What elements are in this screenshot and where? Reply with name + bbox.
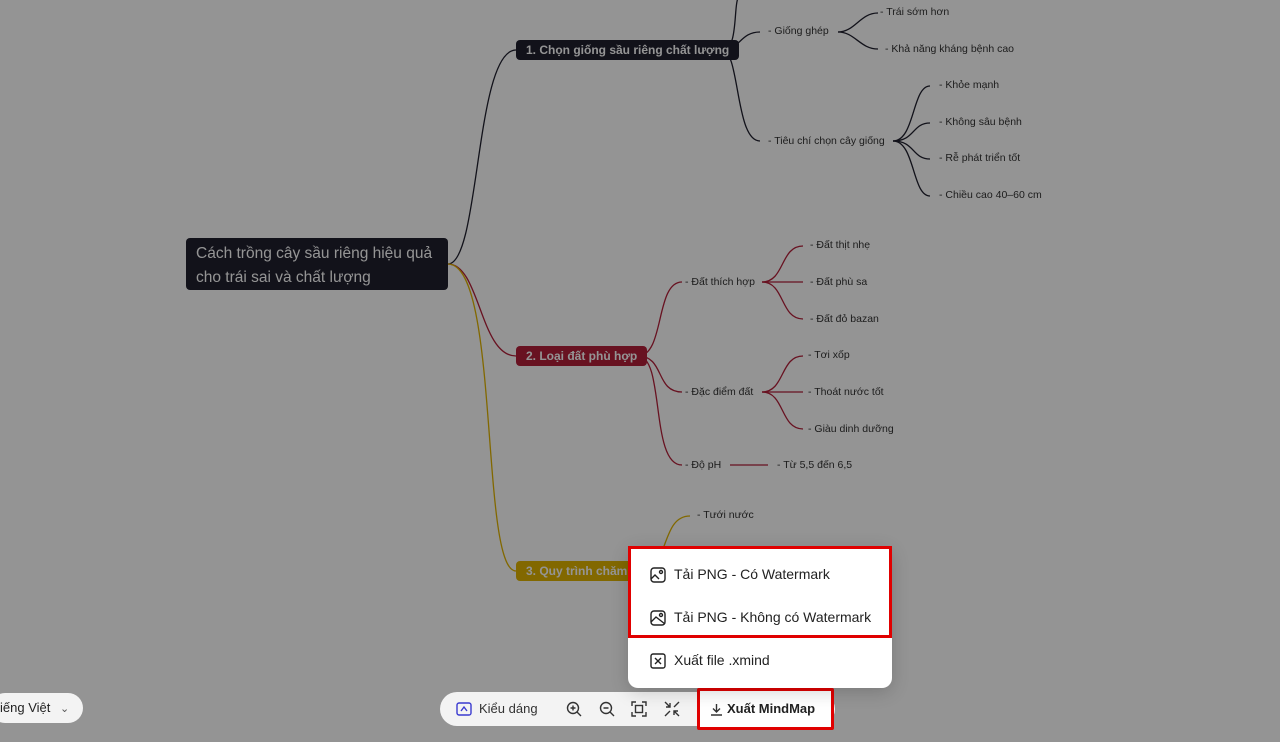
- leaf-giau-dinh-duong[interactable]: - Giàu dinh dưỡng: [808, 423, 894, 435]
- xmind-icon: [650, 653, 666, 674]
- leaf-chieu-cao[interactable]: - Chiều cao 40–60 cm: [939, 189, 1042, 201]
- leaf-toi-xop[interactable]: - Tơi xốp: [808, 349, 850, 361]
- leaf-tieu-chi[interactable]: - Tiêu chí chọn cây giống: [768, 135, 885, 147]
- zoom-in-icon[interactable]: [566, 701, 582, 722]
- menu-item-png-watermark[interactable]: Tải PNG - Có Watermark: [628, 555, 892, 595]
- leaf-dat-thit-nhe[interactable]: - Đất thịt nhẹ: [810, 239, 870, 251]
- leaf-tuoi-nuoc[interactable]: - Tưới nước: [697, 509, 754, 521]
- zoom-out-icon[interactable]: [599, 701, 615, 722]
- leaf-ph-value[interactable]: - Từ 5,5 đến 6,5: [777, 459, 852, 471]
- leaf-thoat-nuoc[interactable]: - Thoát nước tốt: [808, 386, 884, 398]
- menu-item-export-xmind[interactable]: Xuất file .xmind: [628, 641, 892, 681]
- language-selector[interactable]: iếng Việt ⌄: [0, 693, 84, 723]
- leaf-dac-diem-dat[interactable]: - Đặc điểm đất: [685, 386, 753, 398]
- leaf-khang-benh[interactable]: - Khả năng kháng bệnh cao: [885, 43, 1014, 55]
- menu-item-label: Xuất file .xmind: [674, 652, 770, 668]
- root-line-1: Cách trồng cây sầu riêng hiệu quả: [196, 245, 433, 262]
- menu-item-label: Tải PNG - Không có Watermark: [674, 609, 872, 625]
- leaf-giong-ghep[interactable]: - Giống ghép: [768, 25, 829, 37]
- style-icon: [456, 702, 472, 716]
- leaf-re-phat-trien[interactable]: - Rễ phát triển tốt: [939, 152, 1020, 164]
- root-line-2: cho trái sai và chất lượng: [196, 269, 371, 286]
- export-dropdown-menu: Tải PNG - Có Watermark Tải PNG - Không c…: [628, 546, 892, 688]
- leaf-trai-som-hon[interactable]: - Trái sớm hơn: [880, 6, 949, 18]
- leaf-dat-phu-sa[interactable]: - Đất phù sa: [810, 276, 867, 288]
- fit-screen-icon[interactable]: [631, 701, 647, 722]
- chevron-down-icon: ⌄: [59, 703, 70, 715]
- collapse-icon[interactable]: [664, 701, 680, 722]
- export-label: Xuất MindMap: [727, 701, 816, 716]
- language-label: iếng Việt: [0, 700, 51, 715]
- export-mindmap-button[interactable]: Xuất MindMap: [697, 688, 834, 730]
- menu-item-label: Tải PNG - Có Watermark: [674, 566, 830, 582]
- leaf-dat-thich-hop[interactable]: - Đất thích hợp: [685, 276, 755, 288]
- download-icon: [710, 703, 723, 719]
- leaf-do-ph[interactable]: - Độ pH: [685, 459, 721, 471]
- style-label: Kiểu dáng: [479, 701, 538, 716]
- leaf-dat-do-bazan[interactable]: - Đất đỏ bazan: [810, 313, 879, 325]
- image-watermark-icon: [650, 567, 666, 588]
- mindmap-root-node[interactable]: Cách trồng cây sầu riêng hiệu quả cho tr…: [186, 238, 448, 290]
- leaf-khong-sau-benh[interactable]: - Không sâu bệnh: [939, 116, 1022, 128]
- menu-item-png-no-watermark[interactable]: Tải PNG - Không có Watermark: [628, 598, 892, 638]
- branch-node-1[interactable]: 1. Chọn giống sầu riêng chất lượng: [516, 40, 740, 60]
- branch-node-2[interactable]: 2. Loại đất phù hợp: [516, 346, 648, 366]
- leaf-khoe-manh[interactable]: - Khỏe mạnh: [939, 79, 999, 91]
- image-icon: [650, 610, 666, 631]
